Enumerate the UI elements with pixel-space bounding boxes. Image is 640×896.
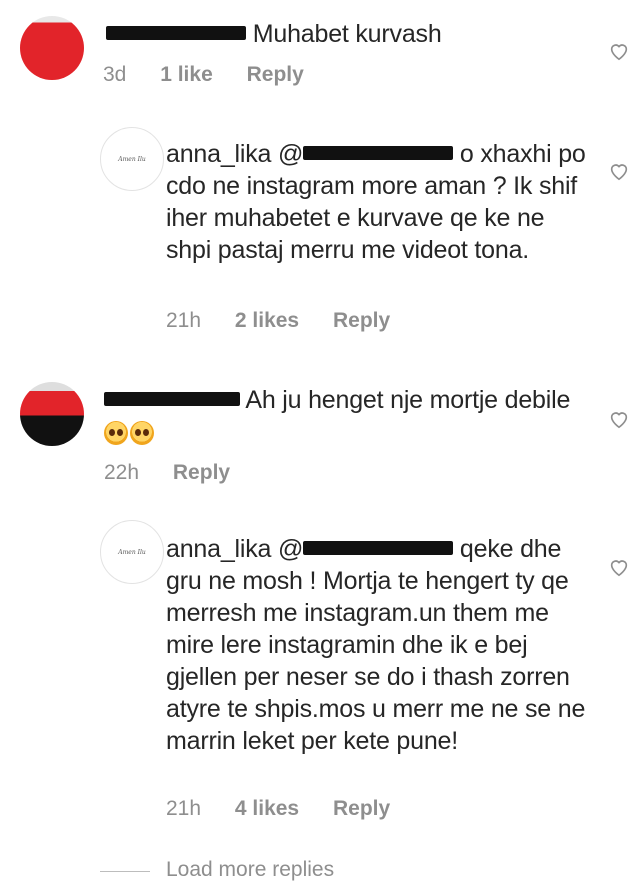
reply-button[interactable]: Reply (333, 797, 390, 820)
likes-count[interactable]: 2 likes (235, 309, 299, 332)
comment-body: anna_lika @ o xhaxhi po cdo ne instagram… (166, 138, 586, 266)
reply-button[interactable]: Reply (173, 461, 230, 484)
load-more-divider (100, 871, 150, 872)
comment-text-first-line: qeke dhe (459, 535, 562, 563)
astonished-emoji-icon (104, 421, 128, 446)
comment-text: gru ne mosh ! Mortja te hengert ty qe me… (166, 567, 586, 755)
likes-count[interactable]: 4 likes (235, 797, 299, 820)
comment-body: Muhabet kurvash (106, 18, 576, 50)
avatar[interactable]: Amen Ilu (100, 127, 164, 191)
reply-button[interactable]: Reply (333, 309, 390, 332)
heart-icon[interactable] (608, 408, 630, 430)
comment-username[interactable]: anna_lika (166, 140, 271, 168)
comment-text: Ah ju henget nje mortje debile (245, 386, 571, 414)
comment-body: Ah ju henget nje mortje debile (104, 384, 574, 448)
heart-icon[interactable] (608, 160, 630, 182)
comment-text: Muhabet kurvash (252, 20, 442, 48)
comment-time: 3d (103, 63, 127, 86)
heart-icon[interactable] (608, 556, 630, 578)
comment-body: anna_lika @ qeke dhe gru ne mosh ! Mortj… (166, 533, 586, 757)
reply-button[interactable]: Reply (247, 63, 304, 86)
mention-link[interactable]: @ (278, 535, 454, 563)
likes-count[interactable]: 1 like (160, 63, 213, 86)
redacted-mention (303, 541, 454, 556)
astonished-emoji-icon (130, 421, 154, 446)
avatar[interactable]: Amen Ilu (100, 520, 164, 584)
brand-avatar-text: Amen Ilu (118, 548, 146, 556)
mention-link[interactable]: @ (278, 140, 454, 168)
comment-text-first-line: o xhaxhi (459, 140, 552, 168)
comment-meta: 3d 1 like Reply (103, 62, 332, 88)
comment-meta: 22h Reply (104, 460, 258, 486)
avatar[interactable] (20, 382, 84, 446)
redacted-mention (303, 146, 454, 161)
brand-avatar-text: Amen Ilu (118, 155, 146, 163)
redacted-username (106, 26, 246, 41)
comment-username[interactable]: anna_lika (166, 535, 271, 563)
heart-icon[interactable] (608, 40, 630, 62)
avatar[interactable] (20, 16, 84, 80)
comment-meta: 21h 4 likes Reply (166, 796, 418, 822)
load-more-replies-button[interactable]: Load more replies (166, 858, 334, 882)
comment-meta: 21h 2 likes Reply (166, 308, 418, 334)
comment-time: 22h (104, 461, 140, 484)
redacted-username (104, 392, 240, 407)
comment-time: 21h (166, 797, 202, 820)
comment-time: 21h (166, 309, 202, 332)
